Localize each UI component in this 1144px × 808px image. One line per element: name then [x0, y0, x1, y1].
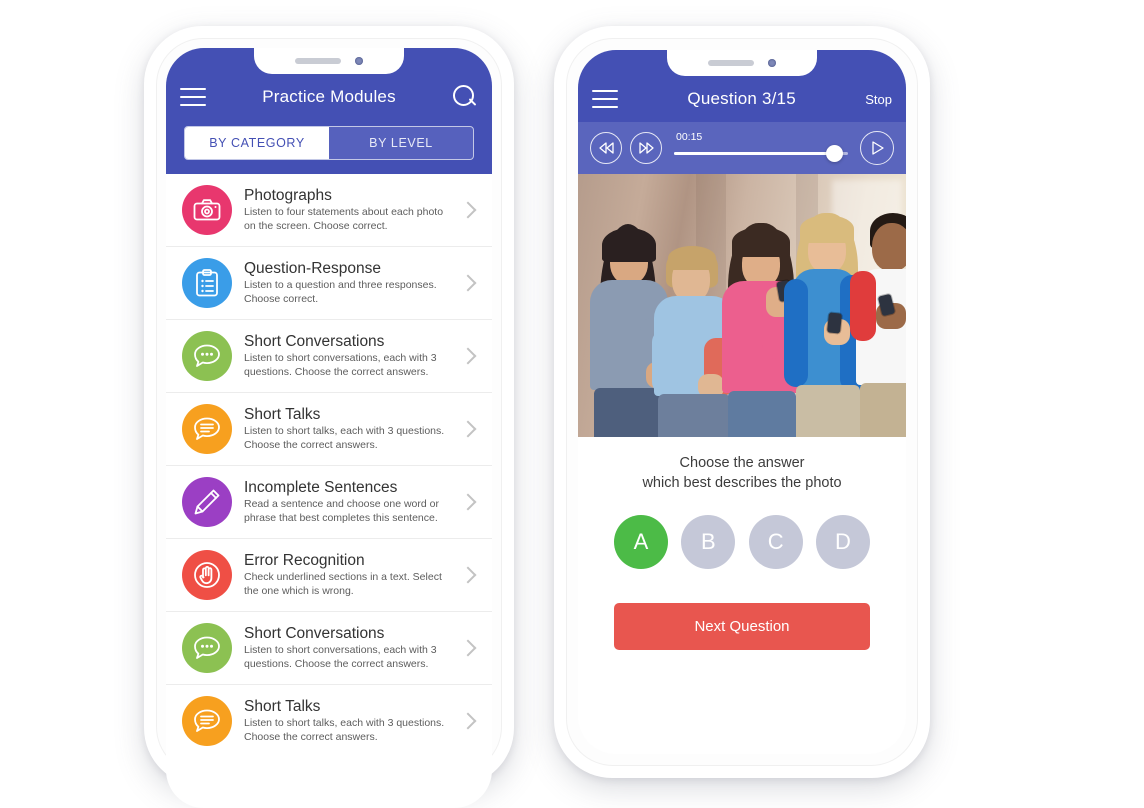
chevron-right-icon[interactable]	[459, 274, 477, 292]
chevron-right-icon[interactable]	[459, 201, 477, 219]
rewind-icon[interactable]	[590, 132, 622, 164]
module-description: Listen to short talks, each with 3 quest…	[244, 425, 445, 451]
module-description: Check underlined sections in a text. Sel…	[244, 571, 442, 597]
module-description: Listen to a question and three responses…	[244, 279, 437, 305]
module-title: Question-Response	[244, 259, 381, 277]
chat-lines-icon	[182, 696, 232, 746]
phone-notch	[667, 50, 817, 76]
module-text: Short Conversations Listen to short conve…	[244, 625, 450, 672]
module-row[interactable]: Error Recognition Check underlined sectio…	[166, 539, 492, 612]
progress-fill	[674, 152, 835, 155]
front-camera-icon	[355, 57, 363, 65]
answer-option-d[interactable]: D	[815, 515, 870, 569]
hamburger-icon[interactable]	[180, 88, 206, 106]
chat-dots-icon	[182, 623, 232, 673]
next-question-button[interactable]: Next Question	[614, 603, 870, 650]
module-title: Incomplete Sentences	[244, 478, 398, 496]
question-photo	[578, 174, 906, 437]
module-text: Question-Response Listen to a question an…	[244, 260, 450, 307]
module-row[interactable]: Short Talks Listen to short talks, each w…	[166, 685, 492, 757]
module-text: Short Conversations Listen to short conve…	[244, 333, 450, 380]
page-title: Practice Modules	[262, 87, 396, 106]
front-camera-icon	[768, 59, 776, 67]
screen-practice-modules: Practice Modules BY CATEGORY BY LEVEL Ph…	[166, 48, 492, 808]
prompt-line-1: Choose the answer	[679, 455, 805, 471]
chevron-right-icon[interactable]	[459, 493, 477, 511]
module-title: Short Conversations	[244, 332, 385, 350]
module-list: Photographs Listen to four statements abo…	[166, 174, 492, 757]
module-description: Listen to four statements about each pho…	[244, 206, 444, 232]
earpiece-speaker-icon	[295, 58, 341, 64]
chevron-right-icon[interactable]	[459, 639, 477, 657]
module-text: Short Talks Listen to short talks, each w…	[244, 698, 450, 745]
chevron-right-icon[interactable]	[459, 566, 477, 584]
module-description: Listen to short talks, each with 3 quest…	[244, 717, 445, 743]
screen-question: Question 3/15 Stop 00:15 Choose the answ…	[578, 50, 906, 754]
clipboard-icon	[182, 258, 232, 308]
module-title: Short Conversations	[244, 624, 385, 642]
question-area: Choose the answer which best describes t…	[578, 437, 906, 650]
hand-stop-icon	[182, 550, 232, 600]
chevron-right-icon[interactable]	[459, 420, 477, 438]
module-description: Listen to short conversations, each with…	[244, 352, 437, 378]
segmented-control: BY CATEGORY BY LEVEL	[184, 126, 474, 160]
question-title: Question 3/15	[687, 89, 796, 108]
screenshot-stage: Practice Modules BY CATEGORY BY LEVEL Ph…	[0, 0, 1144, 808]
fast-forward-icon[interactable]	[630, 132, 662, 164]
play-icon[interactable]	[860, 131, 894, 165]
answer-option-c[interactable]: C	[748, 515, 803, 569]
module-title: Error Recognition	[244, 551, 365, 569]
answer-option-a[interactable]: A	[614, 515, 668, 569]
module-text: Photographs Listen to four statements abo…	[244, 187, 450, 234]
phone-notch	[254, 48, 404, 74]
tab-by-level[interactable]: BY LEVEL	[329, 127, 473, 159]
module-text: Incomplete Sentences Read a sentence and …	[244, 479, 450, 526]
progress-track-area[interactable]: 00:15	[674, 131, 848, 165]
chevron-right-icon[interactable]	[459, 712, 477, 730]
module-row[interactable]: Short Conversations Listen to short conve…	[166, 612, 492, 685]
chevron-right-icon[interactable]	[459, 347, 477, 365]
hamburger-icon[interactable]	[592, 90, 618, 108]
answer-options: ABCD	[594, 493, 890, 569]
module-row[interactable]: Photographs Listen to four statements abo…	[166, 174, 492, 247]
camera-icon	[182, 185, 232, 235]
module-row[interactable]: Short Conversations Listen to short conve…	[166, 320, 492, 393]
audio-player-bar: 00:15	[578, 122, 906, 174]
progress-track[interactable]	[674, 152, 848, 155]
progress-thumb[interactable]	[826, 145, 844, 162]
answer-option-b[interactable]: B	[681, 515, 736, 569]
chat-dots-icon	[182, 331, 232, 381]
question-prompt: Choose the answer which best describes t…	[594, 453, 890, 493]
tab-by-category[interactable]: BY CATEGORY	[185, 127, 329, 159]
chat-lines-icon	[182, 404, 232, 454]
phone-practice-modules: Practice Modules BY CATEGORY BY LEVEL Ph…	[144, 26, 514, 808]
next-button-wrap: Next Question	[594, 569, 890, 650]
module-title: Short Talks	[244, 697, 321, 715]
module-description: Read a sentence and choose one word or p…	[244, 498, 439, 524]
module-text: Short Talks Listen to short talks, each w…	[244, 406, 450, 453]
module-title: Short Talks	[244, 405, 321, 423]
earpiece-speaker-icon	[708, 60, 754, 66]
module-row[interactable]: Short Talks Listen to short talks, each w…	[166, 393, 492, 466]
module-description: Listen to short conversations, each with…	[244, 644, 437, 670]
phone-question: Question 3/15 Stop 00:15 Choose the answ…	[554, 26, 930, 778]
module-row[interactable]: Question-Response Listen to a question an…	[166, 247, 492, 320]
segmented-control-wrap: BY CATEGORY BY LEVEL	[166, 120, 492, 174]
stop-button[interactable]: Stop	[865, 92, 892, 107]
search-icon[interactable]	[452, 84, 478, 110]
module-row[interactable]: Incomplete Sentences Read a sentence and …	[166, 466, 492, 539]
prompt-line-2: which best describes the photo	[642, 475, 842, 491]
module-text: Error Recognition Check underlined sectio…	[244, 552, 450, 599]
module-title: Photographs	[244, 186, 332, 204]
elapsed-time: 00:15	[676, 131, 703, 143]
pencil-icon	[182, 477, 232, 527]
